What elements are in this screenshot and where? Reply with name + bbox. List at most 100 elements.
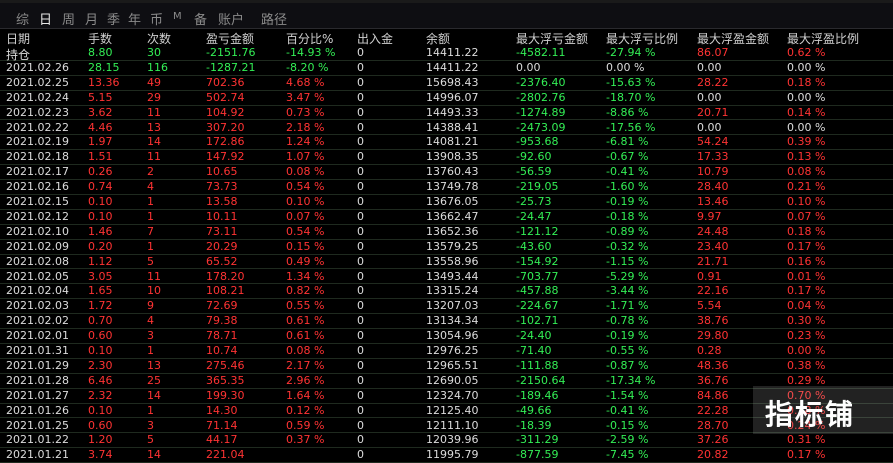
- table-cell: 0: [357, 239, 364, 253]
- table-cell: -15.63 %: [606, 75, 656, 89]
- table-row[interactable]: 2021.02.16 0.74 4 73.73 0.54 % 0 13749.78 -219.…: [0, 179, 893, 195]
- table-cell: 0: [357, 165, 364, 179]
- table-cell: -4582.11: [516, 46, 566, 59]
- tab-2[interactable]: 周: [62, 9, 75, 28]
- table-row[interactable]: 2021.02.25 13.36 49 702.36 4.68 % 0 15698.43 -2…: [0, 75, 893, 91]
- table-row[interactable]: 2021.02.22 4.46 13 307.20 2.18 % 0 14388.41 -24…: [0, 120, 893, 136]
- table-row[interactable]: 2021.02.19 1.97 14 172.86 1.24 % 0 14081.21 -95…: [0, 134, 893, 151]
- table-cell: -1.71 %: [606, 299, 649, 313]
- tab-10[interactable]: 路径: [261, 9, 287, 28]
- tab-9[interactable]: 账户: [218, 9, 244, 28]
- table-cell: -17.34 %: [606, 373, 656, 387]
- table-row[interactable]: 2021.02.23 3.62 11 104.92 0.73 % 0 14493.33 -12…: [0, 105, 893, 121]
- table-cell: 12965.51: [426, 358, 479, 372]
- table-row[interactable]: 2021.02.17 0.26 2 10.65 0.08 % 0 13760.43 -56.5…: [0, 164, 893, 181]
- table-cell: -6.81 %: [606, 135, 649, 149]
- table-cell: -1.54 %: [606, 388, 649, 402]
- table-cell: 2021.01.26: [6, 403, 69, 417]
- tab-1[interactable]: 日: [39, 9, 52, 28]
- table-row[interactable]: 2021.02.24 5.15 29 502.74 3.47 % 0 14996.07 -28…: [0, 90, 893, 106]
- table-row[interactable]: 2021.02.15 0.10 1 13.58 0.10 % 0 13676.05 -25.7…: [0, 194, 893, 210]
- table-cell: 502.74: [206, 90, 245, 104]
- table-cell: -0.67 %: [606, 150, 649, 164]
- table-row[interactable]: 2021.01.21 3.74 14 221.04 0 11995.79 -877.59 -7…: [0, 447, 893, 463]
- table-cell: 1.34 %: [286, 269, 325, 283]
- table-cell: -0.87 %: [606, 358, 649, 372]
- table-cell: -0.41 %: [606, 403, 649, 417]
- table-cell: -0.19 %: [606, 329, 649, 343]
- table-cell: -1287.21: [206, 60, 256, 74]
- table-row[interactable]: 2021.02.02 0.70 4 79.38 0.61 % 0 13134.34 -102.…: [0, 313, 893, 330]
- table-cell: 2021.02.22: [6, 120, 69, 134]
- table-cell: 0: [357, 75, 364, 89]
- table-cell: -18.39: [516, 418, 552, 432]
- tab-8[interactable]: 备: [194, 9, 207, 28]
- table-cell: 13493.44: [426, 269, 479, 283]
- table-cell: 5.54: [697, 299, 722, 313]
- table-row[interactable]: 2021.01.22 1.20 5 44.17 0.37 % 0 12039.96 -311.…: [0, 432, 893, 449]
- table-cell: -49.66: [516, 403, 552, 417]
- tab-0[interactable]: 综: [16, 9, 29, 28]
- table-cell: 0.61 %: [286, 329, 325, 343]
- table-cell: -5.29 %: [606, 269, 649, 283]
- tab-6[interactable]: 币: [150, 9, 163, 28]
- table-cell: 9.97: [697, 209, 722, 223]
- table-cell: 14.30: [206, 403, 238, 417]
- table-cell: 8.80: [88, 46, 113, 59]
- table-cell: 10.74: [206, 344, 238, 357]
- table-row[interactable]: 2021.02.09 0.20 1 20.29 0.15 % 0 13579.25 -43.6…: [0, 239, 893, 255]
- table-cell: 2021.02.18: [6, 150, 69, 164]
- table-cell: 0: [357, 388, 364, 402]
- table-cell: 0.18 %: [787, 75, 826, 89]
- table-cell: 7: [147, 224, 154, 238]
- table-cell: -1.60 %: [606, 180, 649, 194]
- table-row[interactable]: 2021.02.18 1.51 11 147.92 1.07 % 0 13908.35 -92…: [0, 149, 893, 166]
- table-row[interactable]: 2021.01.31 0.10 1 10.74 0.08 % 0 12976.25 -71.4…: [0, 343, 893, 359]
- table-cell: 2.17 %: [286, 358, 325, 372]
- table-cell: 10: [147, 284, 161, 298]
- table-cell: -457.88: [516, 284, 559, 298]
- table-cell: 2.30: [88, 358, 113, 372]
- table-row[interactable]: 2021.01.29 2.30 13 275.46 2.17 % 0 12965.51 -11…: [0, 358, 893, 374]
- tab-7[interactable]: M: [173, 11, 182, 22]
- table-cell: -121.12: [516, 224, 559, 238]
- table-cell: -2802.76: [516, 90, 566, 104]
- table-row[interactable]: 2021.02.05 3.05 11 178.20 1.34 % 0 13493.44 -70…: [0, 269, 893, 285]
- table-cell: 14: [147, 448, 161, 462]
- tab-4[interactable]: 季: [107, 9, 120, 28]
- holding-row[interactable]: 持仓 8.80 30 -2151.76 -14.93 % 0 14411.22 -4582.1…: [0, 45, 893, 62]
- table-row[interactable]: 2021.02.04 1.65 10 108.21 0.82 % 0 13315.24 -45…: [0, 283, 893, 300]
- table-cell: 275.46: [206, 358, 245, 372]
- table-cell: 1: [147, 403, 154, 417]
- table-cell: 2021.02.03: [6, 299, 69, 313]
- table-cell: 11: [147, 269, 161, 283]
- table-cell: -877.59: [516, 448, 559, 462]
- table-cell: 0.59 %: [286, 418, 325, 432]
- table-row[interactable]: 2021.02.01 0.60 3 78.71 0.61 % 0 13054.96 -24.4…: [0, 328, 893, 344]
- table-cell: 0.20: [88, 239, 113, 253]
- table-cell: 12039.96: [426, 433, 479, 447]
- table-cell: 0.73 %: [286, 105, 325, 119]
- table-cell: 25: [147, 373, 161, 387]
- table-cell: -2473.09: [516, 120, 566, 134]
- table-cell: 13054.96: [426, 329, 479, 343]
- table-row[interactable]: 2021.02.08 1.12 5 65.52 0.49 % 0 13558.96 -154.…: [0, 254, 893, 270]
- table-cell: 172.86: [206, 135, 245, 149]
- table-cell: 2021.01.22: [6, 433, 69, 447]
- table-row[interactable]: 2021.02.26 28.15 116 -1287.21 -8.20 % 0 14411.…: [0, 60, 893, 76]
- table-cell: 14: [147, 388, 161, 402]
- table-cell: 12111.10: [426, 418, 479, 432]
- tab-5[interactable]: 年: [128, 9, 141, 28]
- table-cell: -1274.89: [516, 105, 566, 119]
- table-cell: 3.74: [88, 448, 113, 462]
- table-cell: -8.20 %: [286, 60, 329, 74]
- table-cell: 49: [147, 75, 161, 89]
- table-cell: 0.00: [697, 120, 722, 134]
- table-cell: 0.30 %: [787, 314, 826, 328]
- table-cell: 30: [147, 46, 161, 59]
- tab-3[interactable]: 月: [85, 9, 98, 28]
- table-row[interactable]: 2021.02.03 1.72 9 72.69 0.55 % 0 13207.03 -224.…: [0, 298, 893, 315]
- table-row[interactable]: 2021.02.12 0.10 1 10.11 0.07 % 0 13662.47 -24.4…: [0, 209, 893, 225]
- table-row[interactable]: 2021.02.10 1.46 7 73.11 0.54 % 0 13652.36 -121.…: [0, 224, 893, 240]
- table-cell: 13558.96: [426, 254, 479, 268]
